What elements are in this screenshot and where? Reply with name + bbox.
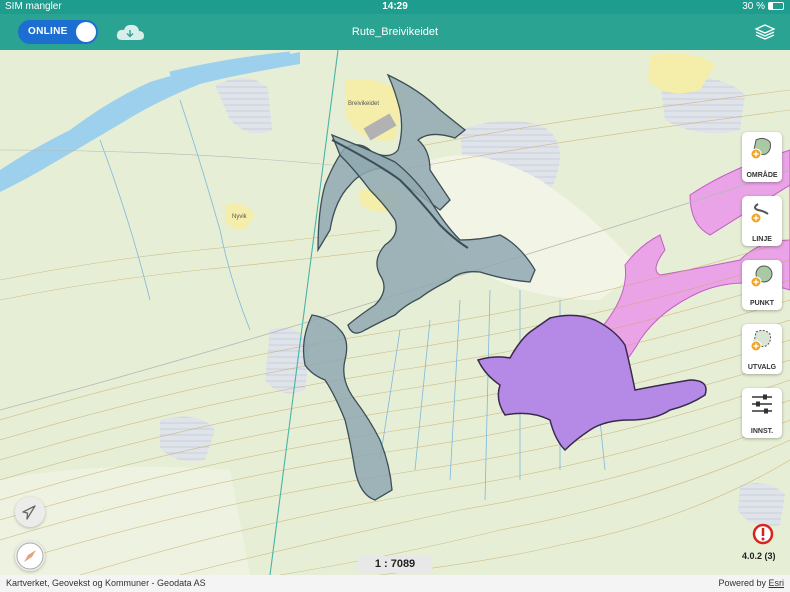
map-canvas: Breivikeidet Nyvik [0,50,790,575]
navigation-arrow-icon [22,505,36,520]
nav-bar: ONLINE Rute_Breivikeidet [0,14,790,50]
scale-label: 1 : 7089 [358,556,432,573]
place-label: Breivikeidet [348,101,379,107]
polygon-add-icon [750,137,771,160]
settings-sliders-icon [752,394,772,414]
compass-icon [16,542,44,570]
tool-label: LINJE [752,236,772,243]
place-label: Nyvik [232,214,248,220]
map-view[interactable]: Breivikeidet Nyvik [0,50,790,575]
tool-label: UTVALG [747,364,777,371]
battery-label: 30 % [742,1,765,12]
layers-icon[interactable] [754,22,776,42]
tool-omrade-button[interactable]: OMRÅDE [742,132,782,182]
powered-by: Powered by Esri [718,578,784,588]
bare-area [265,327,310,394]
tool-linje-button[interactable]: LINJE [742,196,782,246]
tool-utvalg-button[interactable]: UTVALG [742,324,782,374]
tool-label: PUNKT [749,300,775,307]
compass-button[interactable] [15,541,45,571]
recording-indicator-icon[interactable] [751,522,775,546]
tool-label: OMRÅDE [746,172,778,179]
battery-status: 30 % [742,1,784,12]
attribution-text: Kartverket, Geovekst og Kommuner - Geoda… [6,578,206,588]
tool-punkt-button[interactable]: PUNKT [742,260,782,310]
line-add-icon [750,203,769,224]
attribution-bar: Kartverket, Geovekst og Kommuner - Geoda… [0,575,790,592]
point-add-icon [750,265,773,288]
selection-add-icon [750,329,771,352]
page-title: Rute_Breivikeidet [351,26,439,38]
version-label: 4.0.2 (3) [742,551,776,561]
tool-label: INNST. [750,428,774,435]
status-time: 14:29 [382,1,408,12]
tool-innst-button[interactable]: INNST. [742,388,782,438]
bare-area [160,416,215,462]
status-bar: SIM mangler 14:29 30 % [0,0,790,14]
powered-by-label: Powered by [718,578,766,588]
battery-icon [768,2,784,11]
locate-button[interactable] [15,497,45,527]
esri-link[interactable]: Esri [769,578,785,588]
